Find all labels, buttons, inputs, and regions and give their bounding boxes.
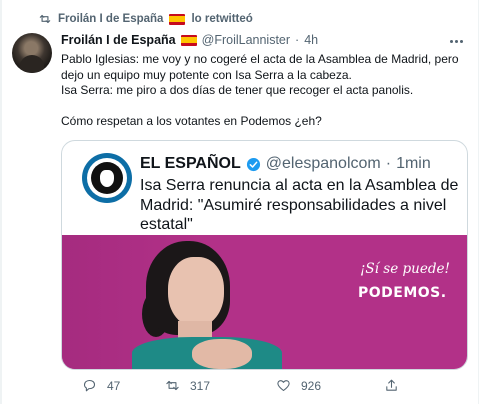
tweet-line: Pablo Iglesias: me voy y no cogeré el ac… (61, 52, 459, 66)
spain-flag-icon (180, 34, 197, 46)
share-icon (386, 379, 397, 391)
image-slogan: ¡Sí se puede! (360, 261, 450, 277)
quoted-header: EL ESPAÑOL @elespanolcom · 1min (140, 155, 431, 173)
tweet-time[interactable]: 4h (304, 33, 318, 47)
author-avatar[interactable] (12, 33, 52, 73)
retweet-icon (166, 380, 179, 391)
like-button[interactable]: 926 (276, 378, 321, 393)
like-count: 926 (301, 378, 322, 393)
more-options-icon[interactable] (450, 37, 466, 45)
reply-icon (83, 379, 96, 392)
heart-icon (277, 380, 290, 392)
quoted-author-name[interactable]: EL ESPAÑOL (140, 155, 241, 173)
quoted-tweet-card[interactable]: EL ESPAÑOL @elespanolcom · 1min Isa Serr… (61, 140, 468, 370)
retweet-button[interactable]: 317 (165, 378, 210, 393)
author-name[interactable]: Froilán I de España (61, 33, 176, 47)
quoted-text: Isa Serra renuncia al acta en la Asamble… (140, 177, 459, 233)
quoted-time[interactable]: 1min (396, 155, 431, 173)
tweet-actions: 47 317 926 (61, 378, 466, 394)
author-handle[interactable]: @FroilLannister (202, 33, 290, 47)
image-brand: PODEMOS. (358, 285, 447, 301)
tweet-line: Cómo respetan a los votantes en Podemos … (61, 113, 322, 128)
reply-button[interactable]: 47 (82, 378, 120, 393)
el-espanol-logo[interactable] (82, 153, 132, 203)
retweet-count: 317 (190, 378, 211, 393)
separator-dot: · (385, 155, 392, 172)
verified-badge-icon (246, 157, 260, 171)
frame-border-left (0, 0, 2, 404)
retweeter-name[interactable]: Froilán I de España (58, 13, 163, 25)
spain-flag-icon (169, 13, 186, 25)
tweet-line: dejo un equipo muy potente con Isa Serra… (61, 67, 352, 82)
retweet-context: Froilán I de España lo retwitteó (38, 11, 253, 27)
retweet-suffix: lo retwitteó (191, 13, 253, 25)
tweet-header: Froilán I de España @FroilLannister · 4h (61, 33, 318, 47)
quoted-media-image[interactable]: ¡Sí se puede! PODEMOS. (62, 235, 467, 369)
quoted-author-handle[interactable]: @elespanolcom (266, 155, 381, 173)
reply-count: 47 (107, 378, 121, 393)
retweet-icon (39, 14, 51, 24)
tweet-line: Isa Serra: me piro a dos días de tener q… (61, 83, 414, 97)
separator-dot: · (295, 33, 300, 47)
share-button[interactable] (384, 378, 399, 393)
tweet-text: Pablo Iglesias: me voy y no cogeré el ac… (61, 52, 466, 129)
